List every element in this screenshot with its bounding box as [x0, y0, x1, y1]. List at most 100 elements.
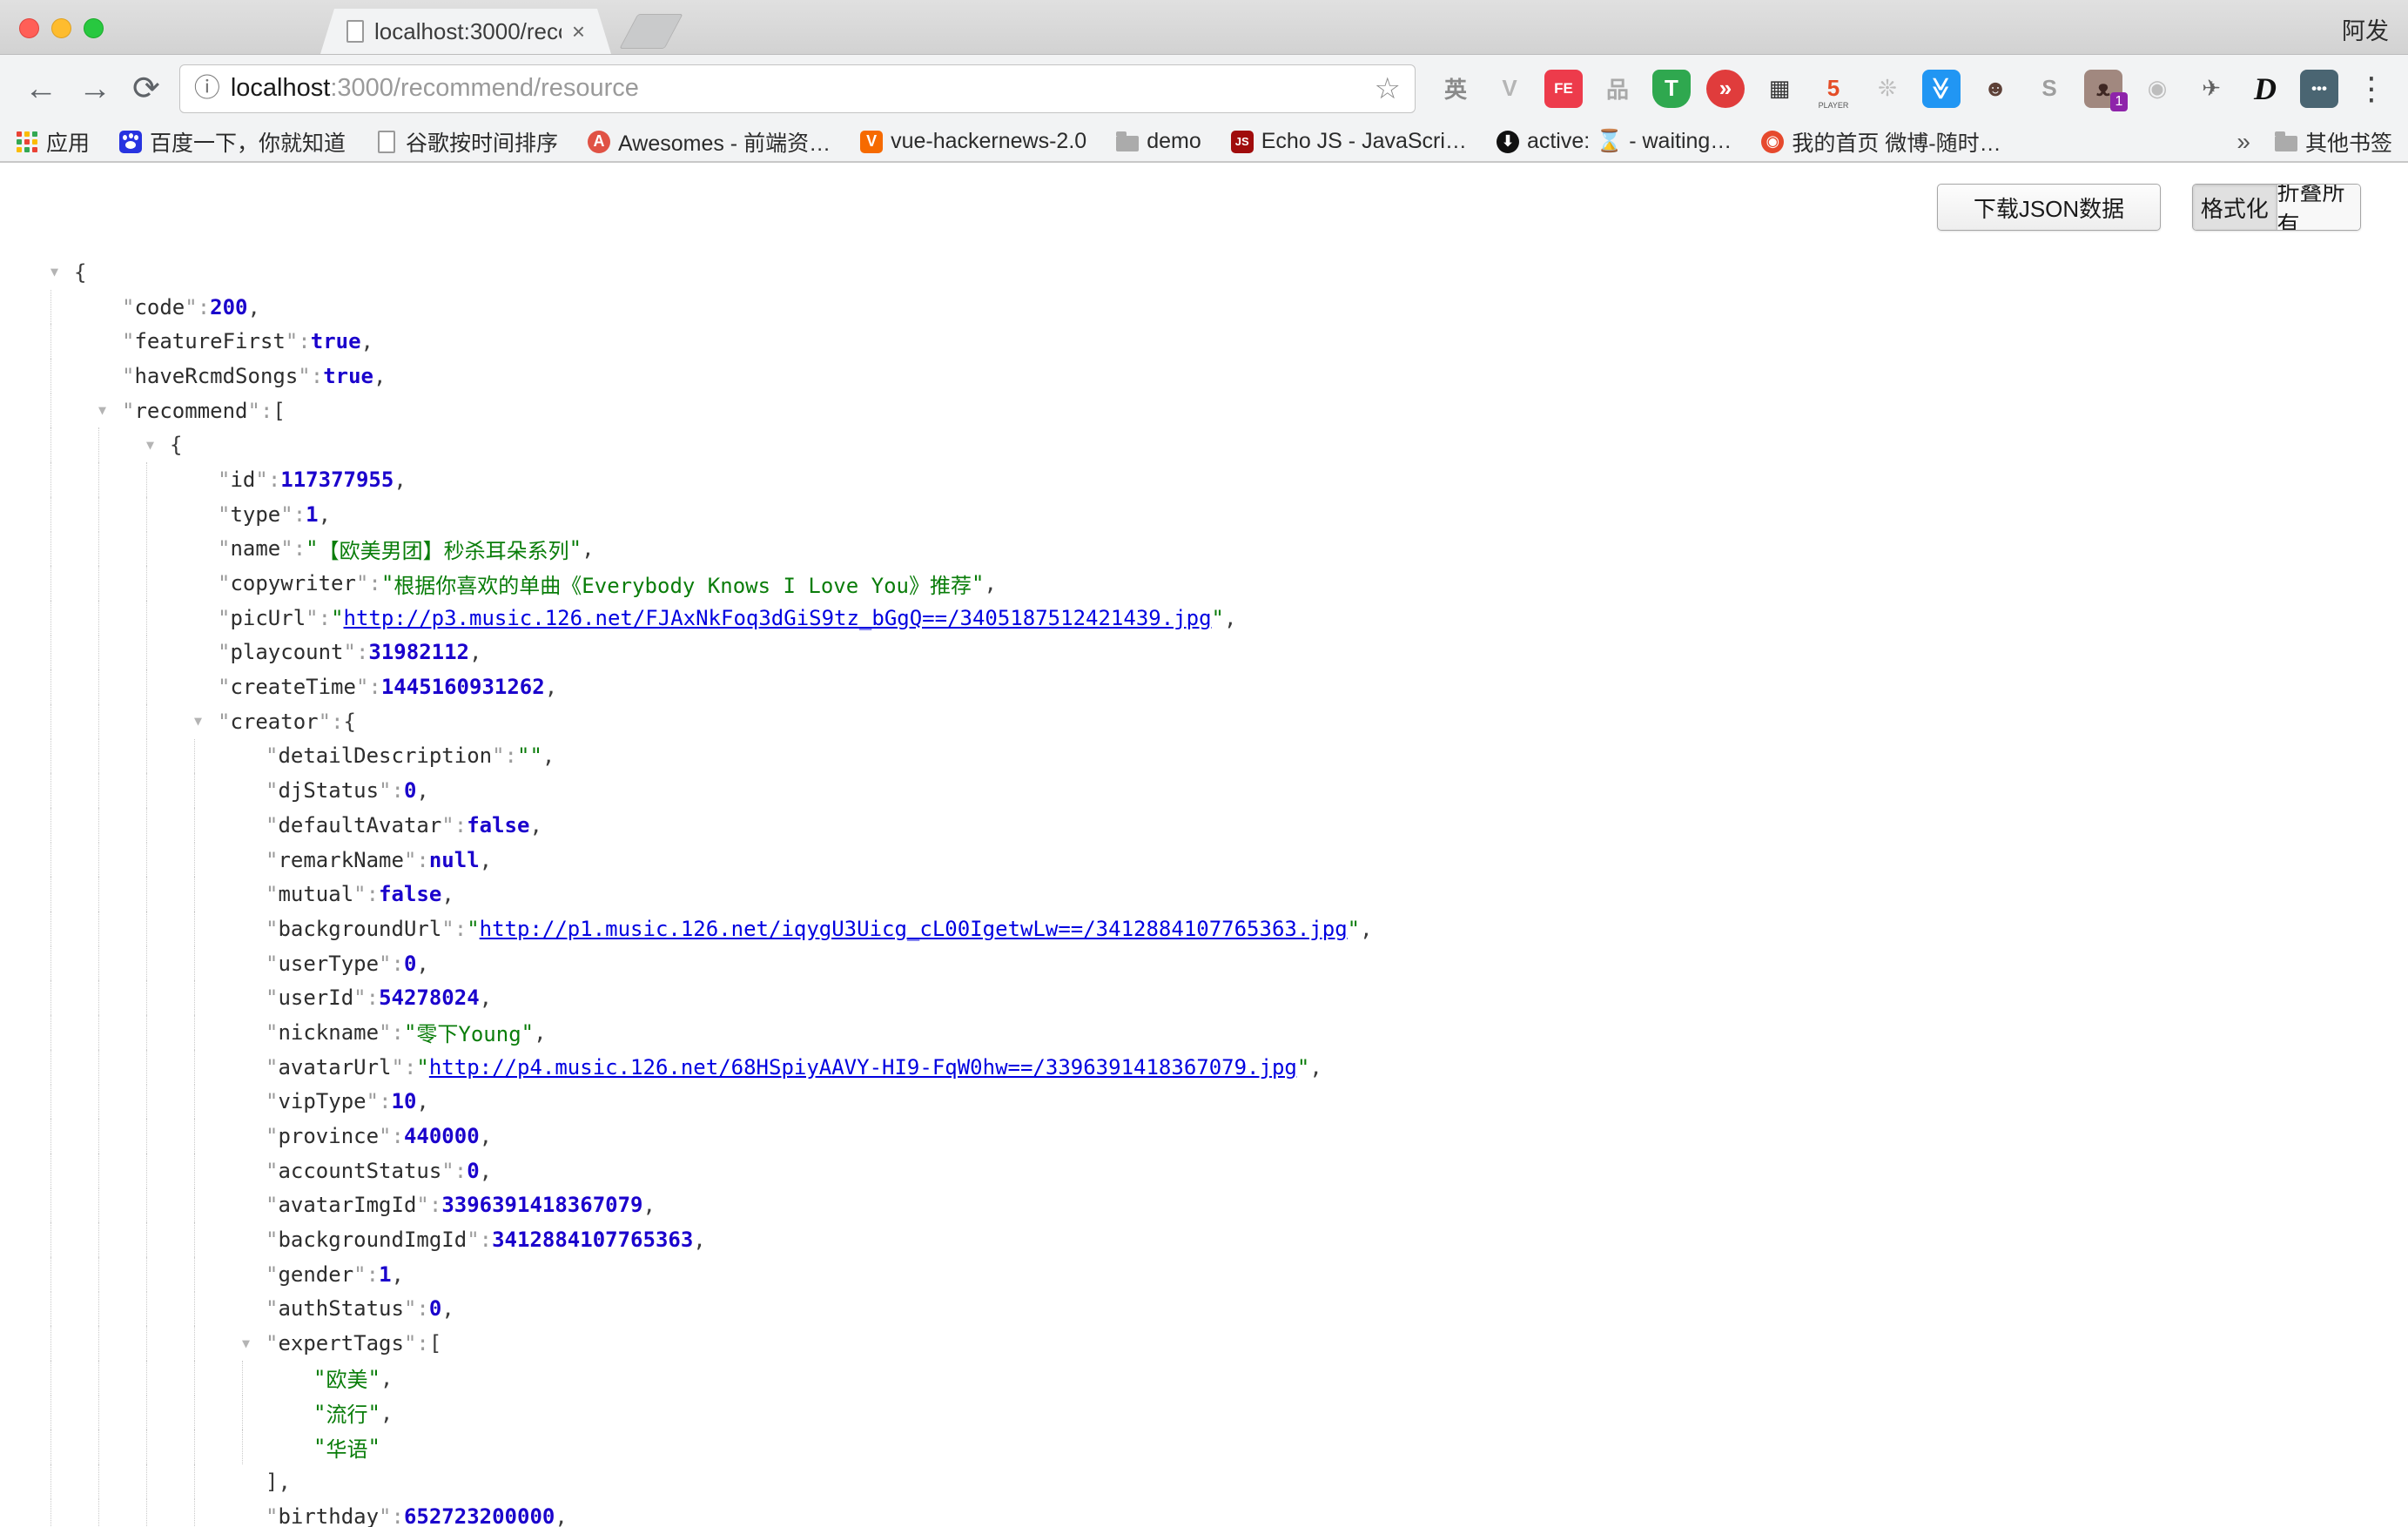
json-bracket: { [74, 260, 86, 285]
json-bracket: [ [429, 1331, 441, 1355]
json-line: "avatarImgId": 3396391418367079, [0, 1188, 2408, 1223]
d-extension-icon[interactable]: D [2246, 70, 2284, 108]
mask-extension-icon[interactable]: ☻ [1976, 70, 2015, 108]
dots-extension-icon[interactable]: ••• [2300, 70, 2338, 108]
bookmarks-overflow-icon[interactable]: » [2236, 128, 2250, 156]
tab-close-icon[interactable]: × [572, 20, 585, 43]
address-bar[interactable]: ⓘ localhost:3000/recommend/resource ☆ [179, 64, 1416, 113]
json-value-string: 华语 [326, 1432, 367, 1463]
downloader-extension-icon[interactable]: ≫ [1922, 70, 1961, 108]
json-line: "nickname": "零下Young", [0, 1015, 2408, 1050]
json-value-string: 流行 [326, 1397, 367, 1428]
qrcode-extension-icon[interactable]: ▦ [1760, 70, 1799, 108]
browser-profile-name[interactable]: 阿发 [2342, 12, 2389, 46]
extension-glyph: 英 [1444, 72, 1467, 104]
json-bracket: [ [272, 399, 285, 423]
bookmark-item[interactable]: JSEcho JS - JavaScri… [1231, 129, 1467, 154]
collapse-toggle-icon[interactable]: ▼ [50, 266, 74, 279]
extension-glyph: ••• [2311, 80, 2327, 98]
zoom-window-button[interactable] [84, 18, 104, 38]
collapse-toggle-icon[interactable]: ▼ [242, 1337, 266, 1350]
collapse-all-button[interactable]: 折叠所有 [2277, 185, 2361, 230]
html5-player-extension-icon[interactable]: 5PLAYER [1814, 70, 1853, 108]
bookmark-label: Awesomes - 前端资… [618, 126, 831, 158]
bookmark-item[interactable]: 应用 [16, 126, 90, 158]
bookmark-item[interactable]: demo [1116, 129, 1201, 154]
extension-glyph: 5 [1827, 75, 1840, 102]
json-line: "haveRcmdSongs": true, [0, 359, 2408, 394]
url-text[interactable]: localhost:3000/recommend/resource [231, 74, 639, 103]
close-window-button[interactable] [19, 18, 39, 38]
browser-tab[interactable]: localhost:3000/recommend/re × [320, 9, 611, 54]
bookmark-item[interactable]: ◉我的首页 微博-随时… [1761, 126, 2001, 158]
download-json-button[interactable]: 下载JSON数据 [1937, 184, 2161, 231]
bookmark-item[interactable]: 谷歌按时间排序 [375, 126, 558, 158]
page-info-icon[interactable]: ⓘ [194, 76, 220, 102]
collapse-toggle-icon[interactable]: ▼ [146, 439, 170, 452]
json-value-string: 欧美 [326, 1362, 367, 1393]
reload-icon[interactable]: ⟳ [132, 72, 160, 105]
collapse-toggle-icon[interactable]: ▼ [194, 715, 218, 728]
json-line: "authStatus": 0, [0, 1292, 2408, 1327]
weibo-extension-icon[interactable]: ◉ [2138, 70, 2176, 108]
json-key: haveRcmdSongs [134, 364, 298, 388]
json-value-num: 117377955 [280, 468, 393, 492]
sitemap-extension-icon[interactable]: 品 [1598, 70, 1637, 108]
json-key: gender [278, 1262, 353, 1287]
bird-extension-icon[interactable]: ✈ [2192, 70, 2230, 108]
json-value-link[interactable]: http://p3.music.126.net/FJAxNkFoq3dGiS9t… [344, 606, 1212, 630]
json-bracket: { [344, 710, 356, 734]
json-value-string: 根据你喜欢的单曲《Everybody Knows I Love You》推荐 [393, 568, 972, 599]
tampermonkey-extension-icon[interactable]: ᴥ1 [2084, 70, 2122, 108]
s-extension-icon[interactable]: S [2030, 70, 2068, 108]
tab-favicon-document-icon [346, 20, 364, 43]
vue-devtools-icon[interactable]: V [1490, 70, 1529, 108]
json-key: nickname [278, 1020, 379, 1045]
shield-t-extension-icon[interactable]: T [1652, 70, 1691, 108]
json-key: defaultAvatar [278, 813, 441, 837]
json-value-link[interactable]: http://p4.music.126.net/68HSpiyAAVY-HI9-… [429, 1055, 1297, 1080]
json-line: "流行", [0, 1396, 2408, 1430]
fe-extension-icon[interactable]: FE [1544, 70, 1583, 108]
format-button[interactable]: 格式化 [2193, 185, 2277, 230]
bookmark-label: 应用 [46, 126, 90, 158]
new-tab-button[interactable] [619, 14, 683, 49]
bookmark-item[interactable]: Vvue-hackernews-2.0 [860, 129, 1086, 154]
json-value-num: 1445160931262 [381, 675, 545, 699]
bookmark-label: 百度一下，你就知道 [150, 126, 346, 158]
json-value-string: 【欧美男团】秒杀耳朵系列 [319, 534, 569, 564]
url-host: localhost [231, 74, 330, 102]
fast-forward-extension-icon[interactable]: » [1706, 70, 1745, 108]
json-line: ▼"creator": { [0, 704, 2408, 739]
json-line: "id": 117377955, [0, 462, 2408, 497]
forward-icon[interactable]: → [78, 72, 111, 105]
extension-glyph: ✈ [2202, 75, 2221, 102]
bookmark-item[interactable]: A Awesomes - 前端资… [588, 126, 831, 158]
bookmark-item[interactable]: ⬇active: ⌛ - waiting… [1497, 129, 1732, 154]
json-line: "type": 1, [0, 497, 2408, 532]
bookmark-label: demo [1147, 129, 1201, 154]
other-bookmarks-folder[interactable]: 其他书签 [2275, 126, 2392, 158]
json-value-link[interactable]: http://p1.music.126.net/iqygU3Uicg_cL00I… [480, 917, 1348, 941]
json-line: "userType": 0, [0, 946, 2408, 981]
json-line: ], [0, 1464, 2408, 1499]
extension-glyph: S [2041, 75, 2056, 102]
json-key: avatarUrl [278, 1055, 391, 1080]
json-viewer: ▼{"code": 200,"featureFirst": true,"have… [0, 163, 2408, 1527]
extension-glyph: 品 [1606, 72, 1629, 104]
back-icon[interactable]: ← [24, 72, 57, 105]
awesomes-icon: A [588, 131, 610, 153]
minimize-window-button[interactable] [51, 18, 71, 38]
collapse-toggle-icon[interactable]: ▼ [98, 404, 122, 417]
browser-menu-icon[interactable]: ⋮ [2356, 73, 2389, 104]
json-value-num: 3396391418367079 [441, 1193, 642, 1217]
json-value-num: 0 [404, 952, 416, 976]
extension-glyph: ᴥ [2096, 75, 2110, 102]
vue-icon: V [860, 131, 883, 153]
json-value-num: 0 [404, 778, 416, 803]
bookmark-label: vue-hackernews-2.0 [891, 129, 1086, 154]
bookmark-star-icon[interactable]: ☆ [1375, 74, 1401, 104]
bookmark-item[interactable]: 百度一下，你就知道 [119, 126, 346, 158]
translate-extension-icon[interactable]: 英 [1436, 70, 1475, 108]
paw-extension-icon[interactable]: ❊ [1868, 70, 1907, 108]
